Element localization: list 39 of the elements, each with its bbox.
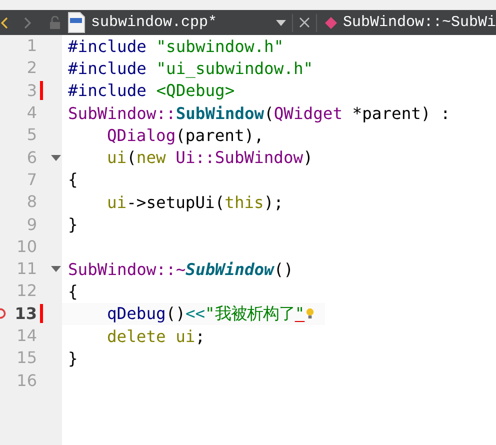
- line-number: 10: [16, 236, 37, 256]
- line-number: 15: [16, 348, 37, 368]
- line-number: 13: [14, 304, 37, 323]
- code-line: }: [68, 215, 78, 234]
- line-number: 11: [16, 259, 37, 278]
- code-line: SubWindow::SubWindow(QWidget *parent) :: [68, 104, 450, 123]
- code-line: #include "subwindow.h": [68, 36, 284, 56]
- code-line: #include <QDebug>: [68, 81, 235, 100]
- symbol-label[interactable]: SubWindow::~SubWi: [342, 14, 496, 31]
- close-icon[interactable]: [298, 17, 310, 28]
- lightbulb-icon[interactable]: [306, 308, 314, 320]
- code-line: }: [68, 348, 78, 368]
- code-line: #include "ui_subwindow.h": [68, 58, 314, 78]
- file-icon: [68, 12, 85, 33]
- line-number: 12: [16, 281, 37, 300]
- code-line: QDialog(parent),: [107, 126, 264, 145]
- line-number: 16: [16, 370, 37, 390]
- line-number: 9: [26, 214, 37, 234]
- code-line: SubWindow::~SubWindow(): [68, 260, 294, 279]
- diamond-icon: [324, 16, 337, 28]
- line-number: 7: [26, 170, 37, 189]
- file-name: subwindow.cpp*: [91, 14, 218, 31]
- line-number: 5: [26, 125, 37, 144]
- fold-arrow-icon[interactable]: [51, 154, 61, 161]
- code-line: delete ui;: [107, 326, 206, 346]
- line-number: 3: [26, 80, 37, 100]
- line-number: 1: [26, 36, 37, 56]
- dropdown-icon[interactable]: [276, 20, 286, 26]
- code-line: {: [68, 282, 78, 301]
- code-line: ui(new Ui::SubWindow): [107, 148, 313, 168]
- line-number: 6: [26, 148, 37, 167]
- code-line: {: [68, 170, 78, 190]
- line-number: 14: [16, 326, 37, 345]
- line-number: 4: [26, 103, 37, 122]
- line-number: 8: [26, 192, 37, 212]
- fold-arrow-icon[interactable]: [51, 266, 61, 272]
- line-number: 2: [26, 58, 37, 78]
- code-line: ui->setupUi(this);: [107, 192, 284, 212]
- code-line: qDebug()<<"我被析构了": [107, 302, 305, 325]
